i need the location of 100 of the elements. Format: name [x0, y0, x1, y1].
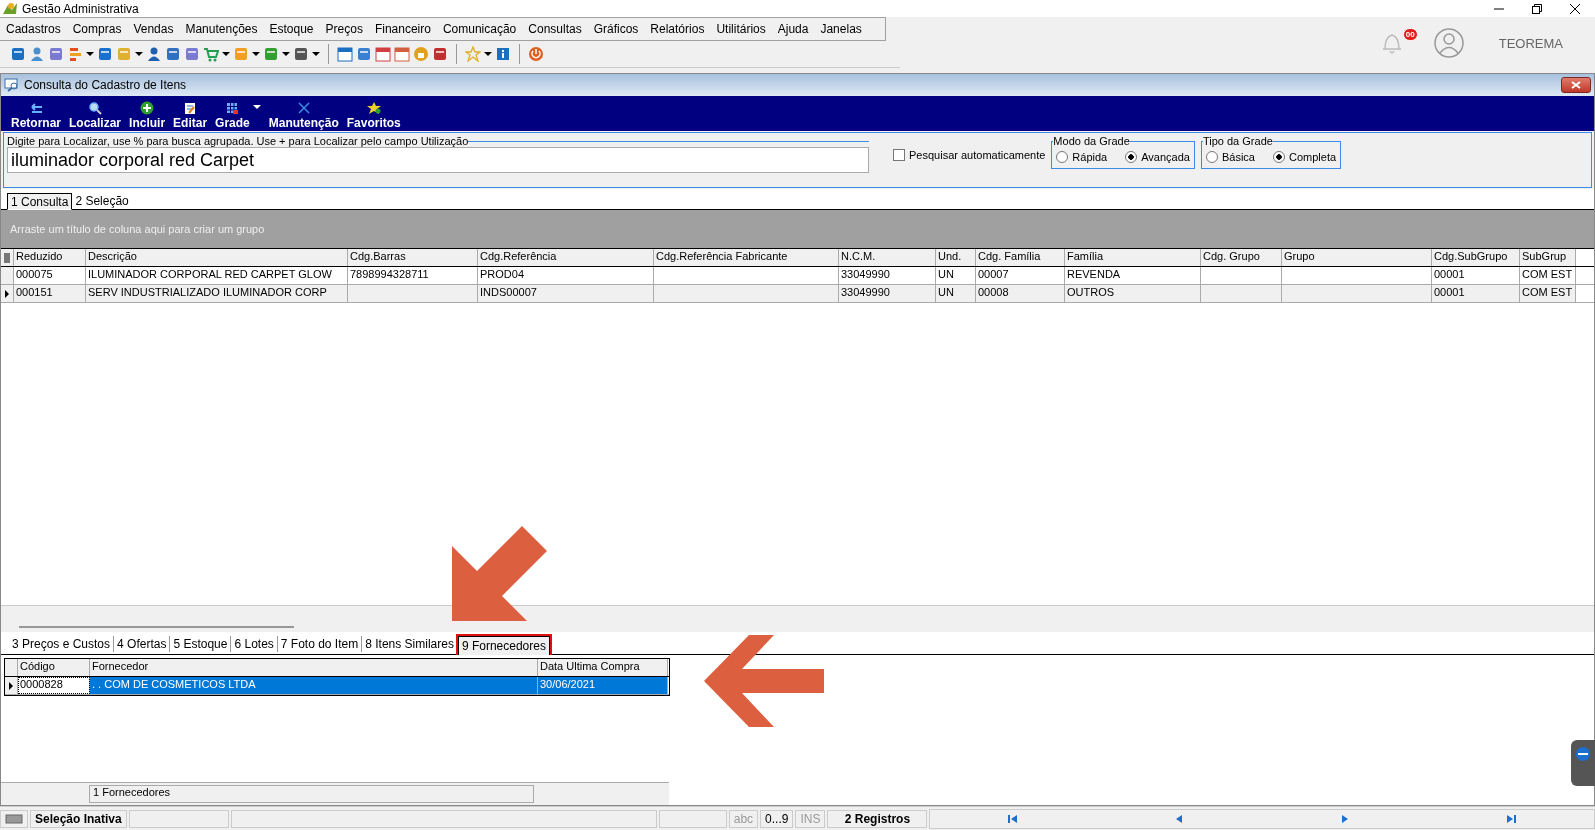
- calendar-icon[interactable]: [375, 46, 391, 62]
- table-cell: 30/06/2021: [538, 677, 668, 694]
- table-cell: UN: [936, 285, 976, 302]
- column-header[interactable]: Grupo: [1282, 249, 1432, 266]
- menu-item[interactable]: Financeiro: [368, 22, 437, 36]
- radio-button[interactable]: [1205, 150, 1218, 163]
- calendar-icon[interactable]: [394, 46, 410, 62]
- window-close-button[interactable]: [1561, 77, 1591, 93]
- column-header[interactable]: Data Ultima Compra: [538, 659, 668, 676]
- radio-button[interactable]: [1273, 150, 1285, 163]
- toolbar-button[interactable]: Favoritos: [342, 101, 405, 131]
- column-header[interactable]: Cdg. Família: [976, 249, 1065, 266]
- column-header[interactable]: Cdg.SubGrupo: [1432, 249, 1520, 266]
- tab[interactable]: 4 Ofertas: [114, 636, 171, 652]
- radio-button[interactable]: [1125, 150, 1138, 163]
- radio-label[interactable]: Rápida: [1072, 150, 1108, 163]
- toolbar-button[interactable]: Editar: [169, 101, 212, 131]
- window-title: Consulta do Cadastro de Itens: [24, 78, 187, 92]
- table-cell: PROD04: [478, 267, 654, 284]
- row-pointer-icon: [4, 288, 10, 299]
- column-header[interactable]: Família: [1065, 249, 1201, 266]
- menu-item[interactable]: Consultas: [522, 22, 588, 36]
- radio-label[interactable]: Completa: [1289, 150, 1337, 163]
- user-avatar-icon[interactable]: [1432, 27, 1465, 59]
- radio-label[interactable]: Avançada: [1141, 150, 1190, 163]
- power-icon[interactable]: [528, 46, 544, 62]
- table-cell: . . COM DE COSMETICOS LTDA: [90, 677, 538, 694]
- menu-item[interactable]: Vendas: [127, 22, 180, 36]
- menu-item[interactable]: Janelas: [814, 22, 868, 36]
- info-icon[interactable]: [495, 46, 511, 62]
- group-label: Tipo da Grade: [1202, 135, 1273, 147]
- menu-item[interactable]: Utilitários: [710, 22, 772, 36]
- toolbar-button[interactable]: Manutenção: [264, 101, 343, 131]
- column-header[interactable]: Reduzido: [14, 249, 86, 266]
- toolbar-button[interactable]: Localizar: [65, 101, 126, 131]
- close-icon[interactable]: [1569, 2, 1581, 15]
- calendar-icon[interactable]: [337, 46, 353, 62]
- checkbox-label: Pesquisar automaticamente: [909, 149, 1046, 161]
- tab[interactable]: 3 Preços e Custos: [9, 636, 115, 652]
- column-header[interactable]: Descrição: [86, 249, 348, 266]
- table-cell: 00008: [976, 285, 1065, 302]
- column-header[interactable]: Cdg. Grupo: [1201, 249, 1282, 266]
- table-cell: 00001: [1432, 267, 1520, 284]
- column-header[interactable]: Fornecedor: [90, 659, 538, 676]
- toolbar-button[interactable]: Retornar: [7, 101, 65, 131]
- star-icon[interactable]: [465, 46, 481, 62]
- column-header[interactable]: SubGrup: [1520, 249, 1576, 266]
- column-header[interactable]: Cdg.Referência: [478, 249, 654, 266]
- magnifier-icon: [87, 101, 104, 115]
- group-label: Modo da Grade: [1053, 135, 1130, 147]
- app-title: Gestão Administrativa: [22, 1, 139, 16]
- side-panel-handle[interactable]: [1571, 740, 1595, 786]
- table-cell: INDS00007: [478, 285, 654, 302]
- star-icon: [365, 101, 382, 115]
- return-arrow-icon: [28, 101, 44, 115]
- tab[interactable]: 9 Fornecedores: [457, 636, 550, 655]
- checkbox[interactable]: [893, 149, 905, 161]
- status-indicator: abc: [728, 809, 759, 828]
- caret-icon: [252, 105, 261, 109]
- circle-icon: [1575, 746, 1591, 762]
- column-header[interactable]: N.C.M.: [839, 249, 936, 266]
- menu-item[interactable]: Estoque: [263, 22, 320, 36]
- search-field[interactable]: iluminador corporal red Carpet: [7, 147, 869, 173]
- menu-item[interactable]: Compras: [66, 22, 128, 36]
- menu-item[interactable]: Ajuda: [771, 22, 815, 36]
- person-icon[interactable]: [146, 46, 162, 62]
- scrollbar-thumb[interactable]: [19, 626, 294, 628]
- restore-icon[interactable]: [1531, 2, 1543, 15]
- menu-item[interactable]: Comunicação: [436, 22, 523, 36]
- table-cell: 33049990: [839, 285, 936, 302]
- status-indicator: INS: [795, 809, 826, 828]
- menu-item[interactable]: Manutenções: [179, 22, 264, 36]
- column-header[interactable]: Código: [18, 659, 90, 676]
- column-header[interactable]: Und.: [936, 249, 976, 266]
- plus-icon: [139, 101, 156, 115]
- toolbar-button[interactable]: Grade: [211, 101, 265, 131]
- table-cell: 00001: [1432, 285, 1520, 302]
- record-count: 1 Fornecedores: [89, 785, 534, 803]
- menu-item[interactable]: Gráficos: [587, 22, 645, 36]
- table-cell: COM EST: [1520, 267, 1576, 284]
- menu-item[interactable]: Preços: [319, 22, 369, 36]
- notification-badge: 00: [1402, 28, 1418, 41]
- close-icon: [1571, 81, 1581, 89]
- table-cell: 0000828: [18, 677, 90, 694]
- keyboard-icon: [5, 813, 23, 824]
- search-hint: Digite para Localizar, use % para busca agrupada. Use + para Localizar pelo campo Utilização: [7, 135, 469, 147]
- column-header[interactable]: Cdg.Referência Fabricante: [654, 249, 839, 266]
- app-logo-icon: [2, 1, 18, 16]
- radio-button[interactable]: [1056, 150, 1069, 163]
- search-window-icon: [4, 78, 20, 92]
- column-header[interactable]: Cdg.Barras: [348, 249, 478, 266]
- first-record-icon[interactable]: [1007, 813, 1020, 824]
- menu-item[interactable]: Relatórios: [644, 22, 711, 36]
- last-record-icon[interactable]: [1505, 813, 1517, 824]
- records-count: 2 Registros: [827, 809, 928, 828]
- tab[interactable]: 1 Consulta: [7, 193, 73, 210]
- menu-item[interactable]: Cadastros: [0, 22, 67, 36]
- status-indicator: 0...9: [760, 809, 794, 828]
- toolbar-button[interactable]: Incluir: [125, 101, 170, 131]
- radio-label[interactable]: Básica: [1221, 150, 1255, 163]
